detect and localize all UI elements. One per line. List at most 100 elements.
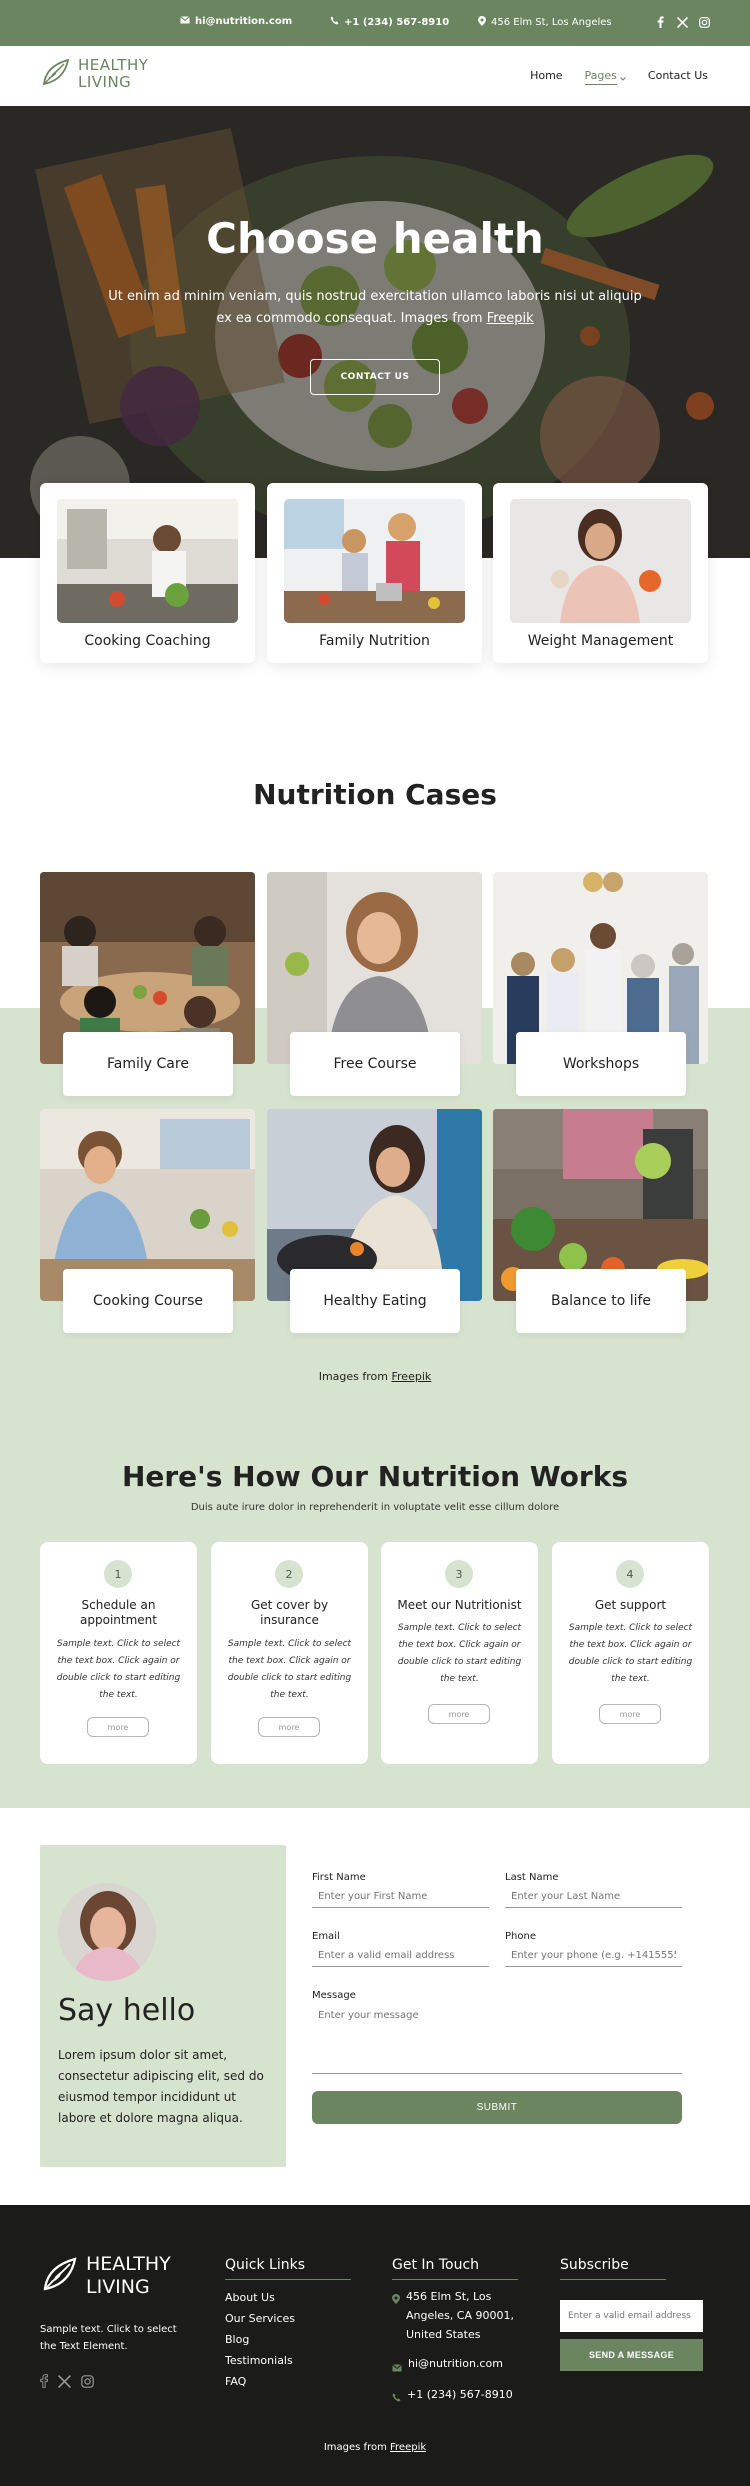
x-icon[interactable] xyxy=(676,15,688,29)
step-description: Sample text. Click to select the text bo… xyxy=(56,1639,181,1700)
hero-freepik-link[interactable]: Freepik xyxy=(487,311,534,326)
footer-link-about-us[interactable]: About Us xyxy=(225,2287,295,2308)
more-button[interactable]: more xyxy=(258,1717,320,1737)
page: hi@nutrition.com +1 (234) 567-8910 456 E… xyxy=(0,0,750,2486)
email-field[interactable] xyxy=(312,1945,489,1967)
service-card-weight-management[interactable]: Weight Management xyxy=(493,483,708,663)
message-label: Message xyxy=(312,1990,356,2001)
logo-text: HEALTHY LIVING xyxy=(78,57,148,91)
footer-freepik-link[interactable]: Freepik xyxy=(390,2442,426,2453)
service-card-family-nutrition[interactable]: Family Nutrition xyxy=(267,483,482,663)
step-card-3: 3 Meet our Nutritionist Sample text. Cli… xyxy=(381,1542,538,1764)
footer-link-blog[interactable]: Blog xyxy=(225,2329,295,2350)
step-title: Meet our Nutritionist xyxy=(397,1598,522,1612)
leaf-logo-icon xyxy=(40,56,72,92)
say-hello-text: Lorem ipsum dolor sit amet, consectetur … xyxy=(58,2048,264,2125)
envelope-icon xyxy=(180,16,190,27)
email-label: Email xyxy=(312,1931,340,1942)
case-label-cooking-course: Cooking Course xyxy=(63,1269,233,1333)
map-pin-icon xyxy=(392,2291,400,2310)
hero-subtitle: Ut enim ad minim veniam, quis nostrud ex… xyxy=(100,286,650,330)
x-icon[interactable] xyxy=(58,2373,71,2392)
step-number: 4 xyxy=(616,1560,644,1588)
step-number: 3 xyxy=(445,1560,473,1588)
message-field[interactable] xyxy=(312,2002,682,2074)
service-label: Cooking Coaching xyxy=(84,633,211,649)
topbar-social xyxy=(654,15,710,29)
step-title: Get cover by insurance xyxy=(250,1598,329,1627)
facebook-icon[interactable] xyxy=(654,15,666,29)
site-header: HEALTHY LIVING Home Pages Contact Us xyxy=(0,46,750,106)
nav-pages[interactable]: Pages xyxy=(584,69,626,85)
service-label: Weight Management xyxy=(527,633,674,649)
freepik-link[interactable]: Freepik xyxy=(392,1370,432,1383)
phone-icon xyxy=(330,16,339,28)
more-button[interactable]: more xyxy=(428,1704,490,1724)
footer-link-our-services[interactable]: Our Services xyxy=(225,2308,295,2329)
case-label-healthy-eating: Healthy Eating xyxy=(290,1269,460,1333)
how-it-works-title: Here's How Our Nutrition Works xyxy=(121,1460,629,1493)
footer-logo-text: HEALTHY LIVING xyxy=(86,2253,171,2299)
footer-logo[interactable]: HEALTHY LIVING xyxy=(40,2253,171,2299)
leaf-logo-icon xyxy=(40,2254,80,2298)
step-title: Schedule an appointment xyxy=(80,1598,157,1627)
avatar xyxy=(58,1883,156,1981)
step-card-1: 1 Schedule an appointment Sample text. C… xyxy=(40,1542,197,1764)
footer-phone[interactable]: +1 (234) 567-8910 xyxy=(392,2385,513,2408)
main-nav: Home Pages Contact Us xyxy=(530,69,708,85)
case-label-workshops: Workshops xyxy=(516,1032,686,1096)
envelope-icon xyxy=(392,2359,402,2378)
step-title: Get support xyxy=(594,1598,667,1612)
step-description: Sample text. Click to select the text bo… xyxy=(568,1623,693,1684)
step-number: 1 xyxy=(104,1560,132,1588)
footer-email[interactable]: hi@nutrition.com xyxy=(392,2354,503,2378)
logo-line1: HEALTHY xyxy=(78,56,149,74)
last-name-input[interactable] xyxy=(505,1886,682,1908)
step-card-4: 4 Get support Sample text. Click to sele… xyxy=(552,1542,709,1764)
service-photo-cooking xyxy=(57,499,238,623)
more-button[interactable]: more xyxy=(599,1704,661,1724)
hero-title: Choose health xyxy=(206,214,544,263)
footer-credit-text: Images from xyxy=(323,2442,387,2453)
facebook-icon[interactable] xyxy=(40,2373,49,2392)
subscribe-email-input[interactable] xyxy=(560,2300,703,2332)
instagram-icon[interactable] xyxy=(81,2373,94,2392)
topbar-email-text: hi@nutrition.com xyxy=(195,16,293,27)
nav-pages-label: Pages xyxy=(584,69,617,85)
nav-home[interactable]: Home xyxy=(530,69,562,85)
service-label: Family Nutrition xyxy=(319,633,430,649)
phone-icon xyxy=(392,2389,401,2408)
nav-contact[interactable]: Contact Us xyxy=(648,69,708,85)
service-card-cooking-coaching[interactable]: Cooking Coaching xyxy=(40,483,255,663)
first-name-label: First Name xyxy=(312,1872,366,1883)
quick-links-list: About Us Our Services Blog Testimonials … xyxy=(225,2287,295,2392)
case-label-family-care: Family Care xyxy=(63,1032,233,1096)
topbar-email[interactable]: hi@nutrition.com xyxy=(180,16,292,27)
footer-phone-text: +1 (234) 567-8910 xyxy=(407,2388,513,2401)
footer-image-credit: Images from Freepik xyxy=(0,2442,750,2453)
subscribe-heading: Subscribe xyxy=(560,2257,666,2280)
first-name-input[interactable] xyxy=(312,1886,489,1908)
last-name-label: Last Name xyxy=(505,1872,559,1883)
send-message-button[interactable]: SEND A MESSAGE xyxy=(560,2339,703,2371)
instagram-icon[interactable] xyxy=(698,15,710,29)
footer-logo-line1: HEALTHY xyxy=(86,2253,171,2275)
case-label-balance-to-life: Balance to life xyxy=(516,1269,686,1333)
site-logo[interactable]: HEALTHY LIVING xyxy=(40,56,148,92)
footer-link-faq[interactable]: FAQ xyxy=(225,2371,295,2392)
step-card-2: 2 Get cover by insurance Sample text. Cl… xyxy=(211,1542,368,1764)
topbar-address: 456 Elm St, Los Angeles xyxy=(478,16,612,29)
hero-subtitle-text: Ut enim ad minim veniam, quis nostrud ex… xyxy=(108,289,642,326)
footer-link-testimonials[interactable]: Testimonials xyxy=(225,2350,295,2371)
contact-us-button[interactable]: CONTACT US xyxy=(310,359,440,395)
chevron-down-icon xyxy=(620,71,626,84)
step-number: 2 xyxy=(275,1560,303,1588)
quick-links-heading: Quick Links xyxy=(225,2257,351,2280)
more-button[interactable]: more xyxy=(87,1717,149,1737)
site-footer: HEALTHY LIVING Sample text. Click to sel… xyxy=(0,2205,750,2486)
phone-field[interactable] xyxy=(505,1945,682,1967)
submit-button[interactable]: SUBMIT xyxy=(312,2091,682,2124)
map-pin-icon xyxy=(478,16,486,29)
step-description: Sample text. Click to select the text bo… xyxy=(397,1623,522,1684)
topbar-phone[interactable]: +1 (234) 567-8910 xyxy=(330,16,449,28)
